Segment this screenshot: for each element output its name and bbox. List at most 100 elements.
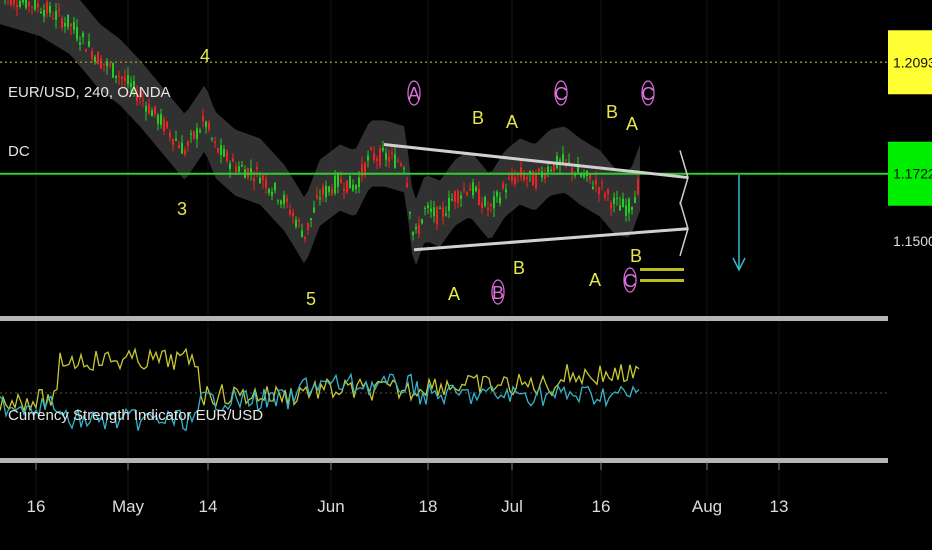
candle-body (487, 208, 489, 210)
candle-body (412, 231, 414, 236)
candle-body (334, 175, 336, 194)
candle-body (205, 121, 207, 128)
price-axis[interactable]: 1.20931 1.17227 1.15000 (888, 30, 932, 273)
candle-body (385, 153, 387, 160)
candle-body (469, 188, 471, 191)
wave-label-b: B (606, 102, 618, 122)
candle-body (313, 207, 315, 213)
candle-body (358, 177, 360, 187)
wave-label-text: B (606, 102, 618, 122)
candle-body (511, 174, 513, 181)
price-tag-round[interactable]: 1.15000 (888, 208, 932, 273)
candle-body (208, 122, 210, 130)
candle-body (43, 10, 45, 17)
candle-body (277, 200, 279, 202)
price-tag-current[interactable]: 1.17227 (888, 141, 932, 206)
candle-body (343, 188, 345, 191)
candle-body (454, 191, 456, 202)
target-box-bottom (640, 279, 684, 282)
candle-body (40, 11, 42, 14)
wave-label-text: B (472, 108, 484, 128)
candle-body (448, 197, 450, 211)
candle-body (565, 159, 567, 161)
candle-body (319, 197, 321, 200)
candle-body (628, 199, 630, 214)
candle-body (415, 227, 417, 230)
oscillator-label: Currency Strength Indicator EUR/USD (8, 407, 263, 424)
candle-body (265, 179, 267, 188)
wave-label-text: B (630, 246, 642, 266)
wave-label-4: 4 (200, 46, 210, 66)
wave-label-a: A (448, 284, 460, 304)
candle-body (157, 115, 159, 124)
wave-label-b: B (472, 108, 484, 128)
candle-body (328, 186, 330, 192)
candle-body (121, 76, 123, 79)
candle-body (259, 178, 261, 184)
wave-label-c: C (554, 80, 568, 106)
candle-body (31, 6, 33, 8)
wave-label-text: 3 (177, 199, 187, 219)
candle-body (217, 148, 219, 153)
candle-body (433, 207, 435, 217)
candle-body (118, 75, 120, 77)
wave-label-a: A (626, 114, 638, 134)
candle-body (178, 145, 180, 149)
wave-label-text: A (408, 84, 420, 104)
pane-separator-bottom[interactable] (0, 458, 888, 463)
candle-body (160, 114, 162, 126)
candle-body (397, 161, 399, 162)
candle-body (22, 0, 24, 3)
candle-body (73, 22, 75, 30)
candle-body (502, 183, 504, 189)
candle-body (457, 190, 459, 203)
candle-body (322, 186, 324, 195)
candle-body (499, 197, 501, 204)
candle-body (637, 179, 639, 195)
candle-body (175, 138, 177, 141)
wave-label-text: 4 (200, 46, 210, 66)
candle-body (388, 156, 390, 162)
candle-body (337, 174, 339, 187)
candle-body (346, 180, 348, 193)
candle-body (34, 0, 36, 10)
candle-body (367, 155, 369, 161)
candle-body (292, 212, 294, 217)
candle-body (604, 193, 606, 198)
candle-body (145, 105, 147, 112)
candle-body (508, 178, 510, 180)
candle-body (271, 191, 273, 196)
candle-body (418, 224, 420, 234)
candle-body (481, 202, 483, 208)
candle-body (472, 182, 474, 196)
candle-body (124, 77, 126, 81)
tradingview-chart[interactable]: 435AB ACBACA BBA CB EUR/USD, 240, OANDA DC … (0, 0, 932, 550)
wave-label-a: A (407, 80, 421, 106)
candle-body (187, 141, 189, 147)
wave-label-b: B (630, 246, 642, 266)
candle-body (409, 212, 411, 214)
candle-body (301, 230, 303, 237)
wave-label-text: C (555, 84, 568, 104)
wave-label-text: B (492, 283, 504, 303)
candle-body (520, 167, 522, 177)
x-tick-label: 16 (592, 497, 611, 516)
candle-body (523, 173, 525, 181)
candle-body (235, 166, 237, 173)
wave-label-5: 5 (306, 289, 316, 309)
candle-body (94, 56, 96, 63)
candle-body (295, 219, 297, 227)
candle-body (253, 178, 255, 182)
candle-body (13, 0, 15, 5)
price-tag-upper[interactable]: 1.20931 (888, 30, 932, 95)
candle-body (202, 115, 204, 122)
wave-label-text: A (506, 112, 518, 132)
candle-body (394, 154, 396, 168)
candle-body (562, 154, 564, 164)
candle-body (211, 138, 213, 140)
candle-body (67, 14, 69, 28)
candle-body (256, 167, 258, 169)
x-tick-label: Jun (317, 497, 344, 516)
pane-separator-top[interactable] (0, 316, 888, 321)
candle-body (91, 50, 93, 59)
